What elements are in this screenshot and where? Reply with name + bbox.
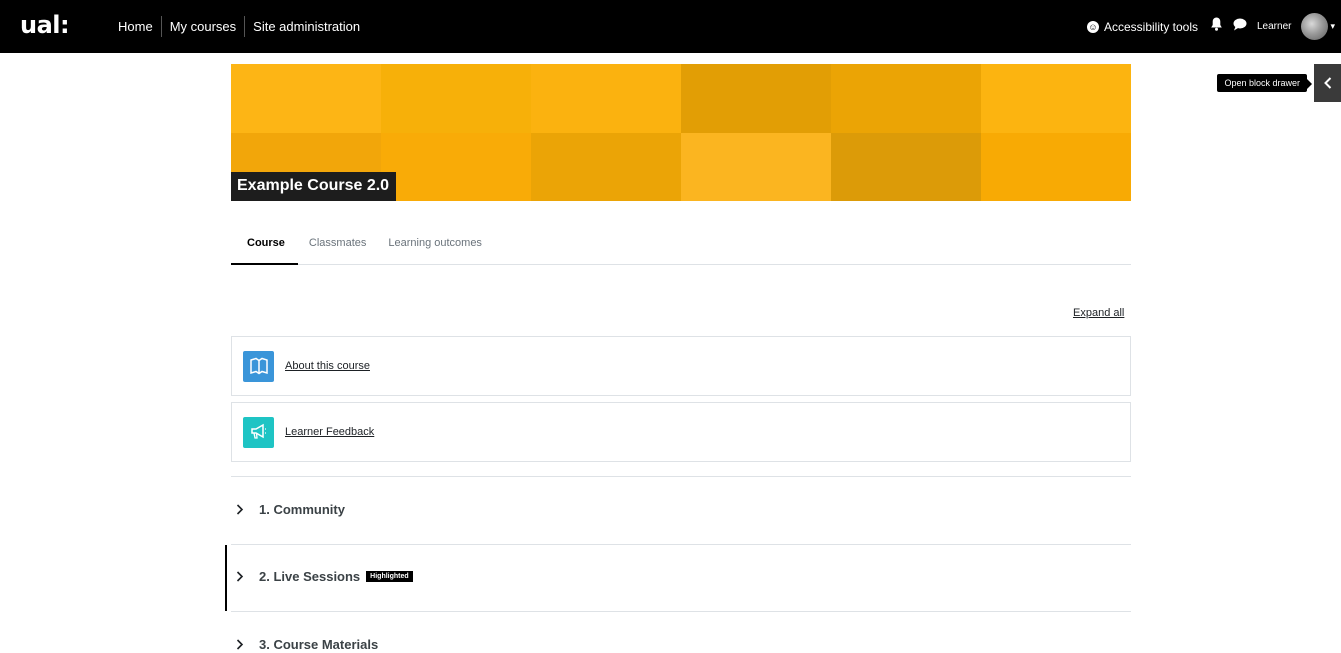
highlight-bar — [225, 545, 227, 611]
banner-tile — [681, 64, 831, 133]
banner-tile — [231, 64, 381, 133]
primary-navigation: Home My courses Site administration — [110, 0, 368, 53]
activity-about-this-course: About this course — [231, 336, 1131, 396]
chevron-left-icon — [1323, 77, 1331, 89]
learner-feedback-link[interactable]: Learner Feedback — [285, 426, 374, 438]
course-tabs: Course Classmates Learning outcomes — [231, 227, 1131, 265]
tab-learning-outcomes[interactable]: Learning outcomes — [377, 227, 493, 265]
nav-my-courses-link[interactable]: My courses — [162, 16, 246, 37]
chevron-right-icon[interactable] — [236, 571, 250, 582]
section-divider — [231, 611, 1131, 612]
nav-home-link[interactable]: Home — [110, 16, 162, 37]
avatar[interactable] — [1301, 13, 1329, 40]
chevron-right-icon[interactable] — [236, 639, 250, 650]
chevron-right-icon[interactable] — [236, 504, 250, 515]
banner-tile — [831, 132, 981, 201]
chat-icon[interactable] — [1233, 18, 1247, 36]
tab-classmates[interactable]: Classmates — [298, 227, 377, 265]
banner-tile — [531, 64, 681, 133]
user-navigation: ☺ Accessibility tools Learner ▾ — [1086, 0, 1335, 53]
accessibility-tools-button[interactable]: ☺ Accessibility tools — [1086, 19, 1198, 34]
open-block-drawer-button[interactable] — [1314, 64, 1341, 102]
section-divider — [231, 544, 1131, 545]
banner-tile — [981, 132, 1131, 201]
user-name: Learner — [1257, 21, 1292, 32]
banner-tile — [381, 64, 531, 133]
accessibility-icon: ☺ — [1086, 20, 1099, 33]
about-this-course-link[interactable]: About this course — [285, 360, 370, 372]
banner-tile — [681, 132, 831, 201]
section-live-sessions[interactable]: 2. Live Sessions Highlighted — [231, 569, 1131, 584]
bell-icon[interactable] — [1210, 17, 1223, 36]
chevron-down-icon[interactable]: ▾ — [1330, 21, 1335, 32]
section-divider — [231, 476, 1131, 477]
accessibility-tools-label: Accessibility tools — [1103, 19, 1198, 34]
section-course-materials[interactable]: 3. Course Materials — [231, 637, 1131, 652]
section-title[interactable]: 2. Live Sessions — [259, 569, 360, 584]
expand-all-link[interactable]: Expand all — [1073, 307, 1124, 319]
banner-tile — [531, 132, 681, 201]
section-title[interactable]: 1. Community — [259, 502, 345, 517]
nav-site-administration-link[interactable]: Site administration — [245, 16, 368, 37]
top-navbar: ual: Home My courses Site administration… — [0, 0, 1341, 53]
activity-learner-feedback: Learner Feedback — [231, 402, 1131, 462]
megaphone-icon — [243, 416, 274, 448]
section-title[interactable]: 3. Course Materials — [259, 637, 378, 652]
section-community[interactable]: 1. Community — [231, 502, 1131, 517]
open-block-drawer-tooltip: Open block drawer — [1217, 74, 1312, 92]
site-logo[interactable]: ual: — [20, 11, 70, 39]
banner-tile — [981, 64, 1131, 133]
course-title: Example Course 2.0 — [231, 172, 397, 201]
tab-course[interactable]: Course — [231, 227, 298, 265]
highlighted-badge: Highlighted — [366, 571, 413, 582]
banner-tile — [381, 132, 531, 201]
banner-tile — [831, 64, 981, 133]
book-icon — [243, 350, 274, 382]
